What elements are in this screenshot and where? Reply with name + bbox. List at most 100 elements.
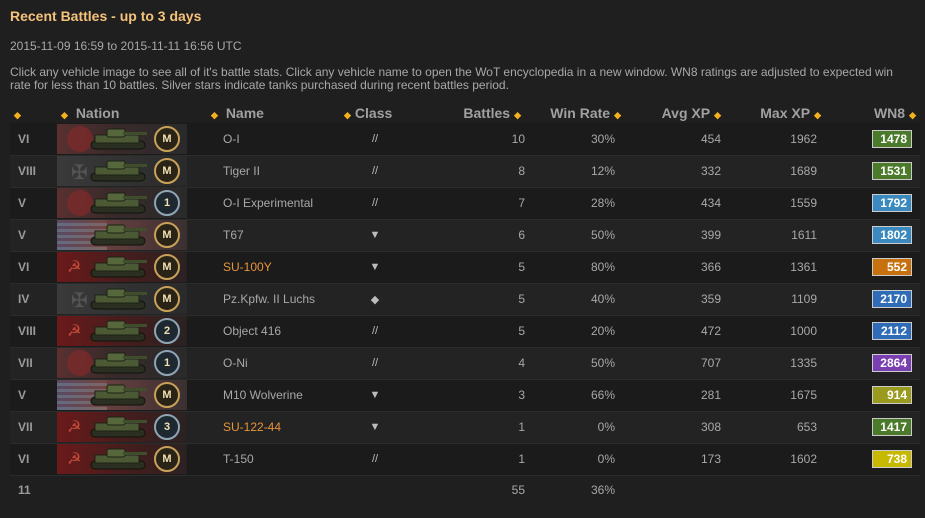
max-xp-cell: 1689 [725,155,825,188]
battles-cell: 6 [410,219,525,252]
avg-xp-column-header[interactable]: Avg XP ◆ [625,102,725,123]
win-rate-column-header[interactable]: Win Rate ◆ [525,102,625,123]
wn8-badge: 2112 [872,322,912,340]
avg-xp-cell: 308 [625,411,725,444]
tier-cell: VII [10,347,57,380]
wn8-cell: 1531 [825,155,920,188]
vehicle-name-link[interactable]: O-Ni [207,347,340,380]
class-column-header[interactable]: ◆ Class [340,102,410,123]
vehicle-image[interactable]: ☭ M [57,252,187,282]
vehicle-image[interactable]: M [57,123,187,154]
wn8-badge: 1531 [872,162,912,180]
vehicle-name-link[interactable]: T67 [207,219,340,252]
vehicle-image-cell[interactable]: ☭ M [57,443,207,476]
avg-xp-cell: 434 [625,187,725,220]
vehicle-image-cell[interactable]: 1 [57,347,207,380]
max-xp-cell: 1559 [725,187,825,220]
mastery-badge-icon: 1 [154,350,180,376]
battles-cell: 3 [410,379,525,412]
vehicle-image-cell[interactable]: ✠ M [57,155,207,188]
tier-cell: VIII [10,315,57,348]
battles-cell: 7 [410,187,525,220]
mastery-badge-icon: 3 [154,414,180,440]
vehicle-name-link[interactable]: M10 Wolverine [207,379,340,412]
vehicle-name-link[interactable]: Pz.Kpfw. II Luchs [207,283,340,316]
vehicle-name-link[interactable]: SU-122-44 [207,411,340,444]
table-header-row: ◆ ◆ Nation ◆ Name ◆ Class Battles ◆ Win Ra… [10,102,920,123]
wn8-badge: 914 [872,386,912,404]
ussr-flag-icon: ☭ [67,259,82,276]
sort-arrows-icon[interactable]: ◆ [614,110,621,120]
table-row: V M M10 Wolverine ▼ 3 66% 281 1675 914 [10,379,920,412]
vehicle-name-link[interactable]: O-I Experimental [207,187,340,220]
max-xp-cell: 1675 [725,379,825,412]
table-row: V 1 O-I Experimental//7 28% 434 1559 1792 [10,187,920,220]
win-rate-cell: 80% [525,251,625,284]
vehicle-image-cell[interactable]: 1 [57,187,207,220]
vehicle-image[interactable]: ☭ 2 [57,316,187,346]
tier-cell: VII [10,411,57,444]
avg-xp-cell: 472 [625,315,725,348]
wn8-badge: 1802 [872,226,912,244]
avg-xp-cell: 399 [625,219,725,252]
max-xp-cell: 1335 [725,347,825,380]
totals-row: 11 55 36% [10,475,920,505]
vehicle-image[interactable]: ✠ M [57,156,187,186]
tier-column-header[interactable]: ◆ [10,102,57,123]
heavy-tank-icon: // [340,187,410,220]
vehicle-image[interactable]: ☭ M [57,444,187,474]
vehicle-image-cell[interactable]: ☭ 3 [57,411,207,444]
vehicle-image[interactable]: 1 [57,188,187,218]
vehicle-name-link[interactable]: O-I [207,123,340,156]
vehicle-name-link[interactable]: SU-100Y [207,251,340,284]
wn8-badge: 552 [872,258,912,276]
vehicle-name-link[interactable]: Tiger II [207,155,340,188]
nation-column-header[interactable]: ◆ Nation [57,102,207,123]
vehicle-image-cell[interactable]: M [57,379,207,412]
tank-destroyer-icon: ▼ [340,251,410,284]
date-range: 2015-11-09 16:59 to 2015-11-11 16:56 UTC [10,39,242,53]
win-rate-cell: 12% [525,155,625,188]
heavy-tank-icon: // [340,443,410,476]
vehicle-name-link[interactable]: T-150 [207,443,340,476]
table-row: V M T67 ▼ 6 50% 399 1611 1802 [10,219,920,252]
sort-arrows-icon[interactable]: ◆ [61,110,68,120]
vehicle-image-cell[interactable]: ✠ M [57,283,207,316]
vehicle-image-cell[interactable]: M [57,219,207,252]
max-xp-cell: 653 [725,411,825,444]
wn8-badge: 1417 [872,418,912,436]
max-xp-column-header[interactable]: Max XP ◆ [725,102,825,123]
vehicle-image[interactable]: M [57,380,187,410]
sort-arrows-icon[interactable]: ◆ [211,110,218,120]
table-row: VI ☭ M SU-100Y ▼ 5 80% 366 1361 552 [10,251,920,284]
vehicle-image[interactable]: ✠ M [57,284,187,314]
mastery-badge-icon: M [154,446,180,472]
vehicle-image[interactable]: 1 [57,348,187,378]
mastery-badge-icon: M [154,158,180,184]
tier-cell: VI [10,123,57,156]
battles-cell: 1 [410,443,525,476]
win-rate-cell: 20% [525,315,625,348]
light-tank-icon: ◆ [340,283,410,316]
battles-cell: 5 [410,315,525,348]
win-rate-cell: 28% [525,187,625,220]
avg-xp-cell: 173 [625,443,725,476]
vehicle-image[interactable]: ☭ 3 [57,412,187,442]
vehicle-image-cell[interactable]: M [57,123,207,156]
sort-arrows-icon[interactable]: ◆ [714,110,721,120]
win-rate-cell: 30% [525,123,625,156]
sort-arrows-icon[interactable]: ◆ [344,110,351,120]
vehicle-image[interactable]: M [57,220,187,250]
name-column-header[interactable]: ◆ Name [207,102,340,123]
vehicle-image-cell[interactable]: ☭ 2 [57,315,207,348]
sort-arrows-icon[interactable]: ◆ [14,110,21,120]
vehicle-image-cell[interactable]: ☭ M [57,251,207,284]
table-row: VI ☭ M T-150//1 0% 173 1602 738 [10,443,920,476]
vehicle-name-link[interactable]: Object 416 [207,315,340,348]
sort-arrows-icon[interactable]: ◆ [909,110,916,120]
sort-arrows-icon[interactable]: ◆ [514,110,521,120]
sort-arrows-icon[interactable]: ◆ [814,110,821,120]
battles-column-header[interactable]: Battles ◆ [410,102,525,123]
wn8-column-header[interactable]: WN8 ◆ [825,102,920,123]
wn8-cell: 1792 [825,187,920,220]
